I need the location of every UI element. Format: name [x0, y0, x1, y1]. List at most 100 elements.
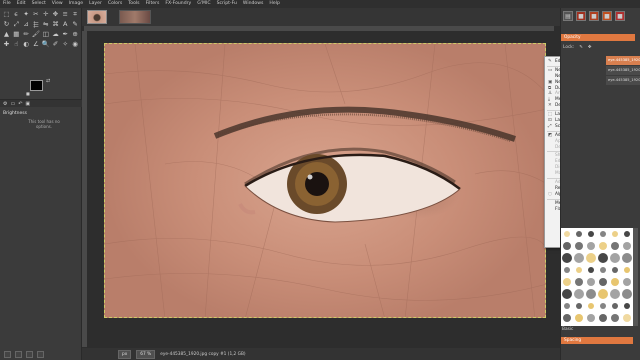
brush-thumbnail[interactable] [599, 278, 607, 286]
brush-thumbnail[interactable] [575, 278, 583, 286]
vertical-ruler[interactable] [82, 31, 87, 347]
device-icon[interactable]: ▭ [10, 101, 15, 107]
brush-thumbnail[interactable] [586, 253, 596, 263]
tool-dodge-icon[interactable]: ◐ [22, 39, 31, 48]
undo-icon[interactable]: ↶ [18, 101, 22, 107]
brush-thumbnail[interactable] [624, 267, 630, 273]
brush-thumbnail[interactable] [562, 289, 572, 299]
menu-script-fu[interactable]: Script-Fu [217, 0, 237, 8]
save-options-button[interactable] [4, 350, 11, 358]
tool-shear-icon[interactable]: ⊿ [22, 20, 31, 29]
brush-thumbnail[interactable] [588, 231, 594, 237]
horizontal-ruler[interactable] [84, 26, 554, 31]
menu-filters[interactable]: Filters [146, 0, 160, 8]
default-colors-icon[interactable]: ■ [26, 91, 30, 96]
brush-thumbnail[interactable] [588, 303, 594, 309]
lock-position-icon[interactable]: ✥ [588, 45, 592, 50]
brush-thumbnail[interactable] [623, 314, 631, 322]
brush-thumbnail[interactable] [576, 267, 582, 273]
tool-lasso-icon[interactable]: ϵ [12, 10, 21, 19]
reset-options-button[interactable] [37, 350, 44, 358]
tool-eraser-icon[interactable]: ◫ [41, 30, 50, 39]
menu-image[interactable]: Image [69, 0, 83, 8]
brush-thumbnail[interactable] [622, 253, 632, 263]
history-icon[interactable]: ■ [602, 11, 612, 21]
layer-row[interactable]: eye-445385_1920.jpg [606, 66, 640, 75]
image-icon[interactable]: ▣ [25, 101, 30, 107]
tool-color-picker-icon[interactable]: ✎ [71, 20, 80, 29]
brush-thumbnail[interactable] [611, 314, 619, 322]
foreground-color[interactable] [30, 80, 43, 91]
image-tab-thumbnail[interactable] [119, 10, 151, 24]
brush-thumbnail[interactable] [588, 267, 594, 273]
menu-colors[interactable]: Colors [108, 0, 122, 8]
menu-file[interactable]: File [3, 0, 11, 8]
channels-icon[interactable]: ■ [576, 11, 586, 21]
swap-colors-icon[interactable]: ⇄ [46, 78, 50, 84]
brush-thumbnail[interactable] [576, 303, 582, 309]
tool-ink-icon[interactable]: ✒ [61, 30, 70, 39]
layers-icon[interactable]: ▤ [563, 11, 573, 21]
brush-thumbnail[interactable] [600, 267, 606, 273]
tool-rotate-icon[interactable]: ↻ [2, 20, 11, 29]
tool-zoom-icon[interactable]: 🔍 [41, 39, 50, 48]
brush-thumbnail[interactable] [575, 242, 583, 250]
menu-gmic[interactable]: G'MIC [197, 0, 210, 8]
brush-thumbnail[interactable] [622, 289, 632, 299]
brush-thumbnail[interactable] [564, 303, 570, 309]
tool-fuzzy-select-icon[interactable]: ✧ [61, 39, 70, 48]
menu-edit[interactable]: Edit [17, 0, 26, 8]
brush-thumbnail[interactable] [611, 242, 619, 250]
brush-thumbnail[interactable] [574, 253, 584, 263]
image-canvas[interactable] [104, 43, 546, 318]
brush-thumbnail[interactable] [563, 314, 571, 322]
layer-row[interactable]: eye-445385_1920.jpg [606, 76, 640, 85]
unit-select[interactable]: px [118, 349, 132, 359]
menu-windows[interactable]: Windows [243, 0, 264, 8]
tool-clone-icon[interactable]: ⊕ [71, 30, 80, 39]
tool-by-color-icon[interactable]: ◉ [71, 39, 80, 48]
brush-thumbnail[interactable] [624, 303, 630, 309]
tool-airbrush-icon[interactable]: ☁ [51, 30, 60, 39]
brush-thumbnail[interactable] [564, 231, 570, 237]
menu-help[interactable]: Help [269, 0, 279, 8]
restore-options-button[interactable] [15, 350, 22, 358]
menu-tools[interactable]: Tools [128, 0, 139, 8]
tool-text-icon[interactable]: A [61, 20, 70, 29]
brush-thumbnail[interactable] [586, 289, 596, 299]
brush-thumbnail[interactable] [610, 253, 620, 263]
brushes-scrollbar[interactable] [633, 228, 638, 326]
brush-thumbnail[interactable] [598, 289, 608, 299]
tool-measure-icon[interactable]: ∠ [31, 39, 40, 48]
brush-thumbnail[interactable] [564, 267, 570, 273]
brush-thumbnail[interactable] [562, 253, 572, 263]
tool-magic-wand-icon[interactable]: ✦ [22, 10, 31, 19]
options-icon[interactable]: ⚙ [3, 101, 7, 107]
tool-dashed-rect-icon[interactable]: ⬚ [2, 10, 11, 19]
brush-thumbnail[interactable] [563, 278, 571, 286]
brush-thumbnail[interactable] [599, 314, 607, 322]
tool-gradient-icon[interactable]: ▦ [12, 30, 21, 39]
tool-align-icon[interactable]: ≡ [61, 10, 70, 19]
brush-thumbnail[interactable] [624, 231, 630, 237]
brush-thumbnail[interactable] [587, 242, 595, 250]
tool-smudge-icon[interactable]: ☝ [12, 39, 21, 48]
brush-thumbnail[interactable] [574, 289, 584, 299]
tool-path-icon[interactable]: ✐ [51, 39, 60, 48]
tool-move-icon[interactable]: ✥ [51, 10, 60, 19]
brush-thumbnail[interactable] [576, 231, 582, 237]
menu-fx-foundry[interactable]: FX-Foundry [165, 0, 191, 8]
brush-thumbnail[interactable] [587, 314, 595, 322]
tool-crosshair-icon[interactable]: ✛ [41, 10, 50, 19]
brush-grid[interactable] [561, 228, 633, 326]
menu-select[interactable]: Select [32, 0, 46, 8]
brush-thumbnail[interactable] [587, 278, 595, 286]
tool-heal-icon[interactable]: ✚ [2, 39, 11, 48]
brush-thumbnail[interactable] [599, 242, 607, 250]
layer-row-active[interactable]: eye-445385_1920.jpg [606, 56, 640, 65]
brush-thumbnail[interactable] [575, 314, 583, 322]
lock-pixels-icon[interactable]: ✎ [579, 45, 583, 50]
image-tab-thumbnail-active[interactable] [87, 10, 107, 24]
zoom-select[interactable]: 67 % [136, 349, 156, 359]
brush-thumbnail[interactable] [563, 242, 571, 250]
